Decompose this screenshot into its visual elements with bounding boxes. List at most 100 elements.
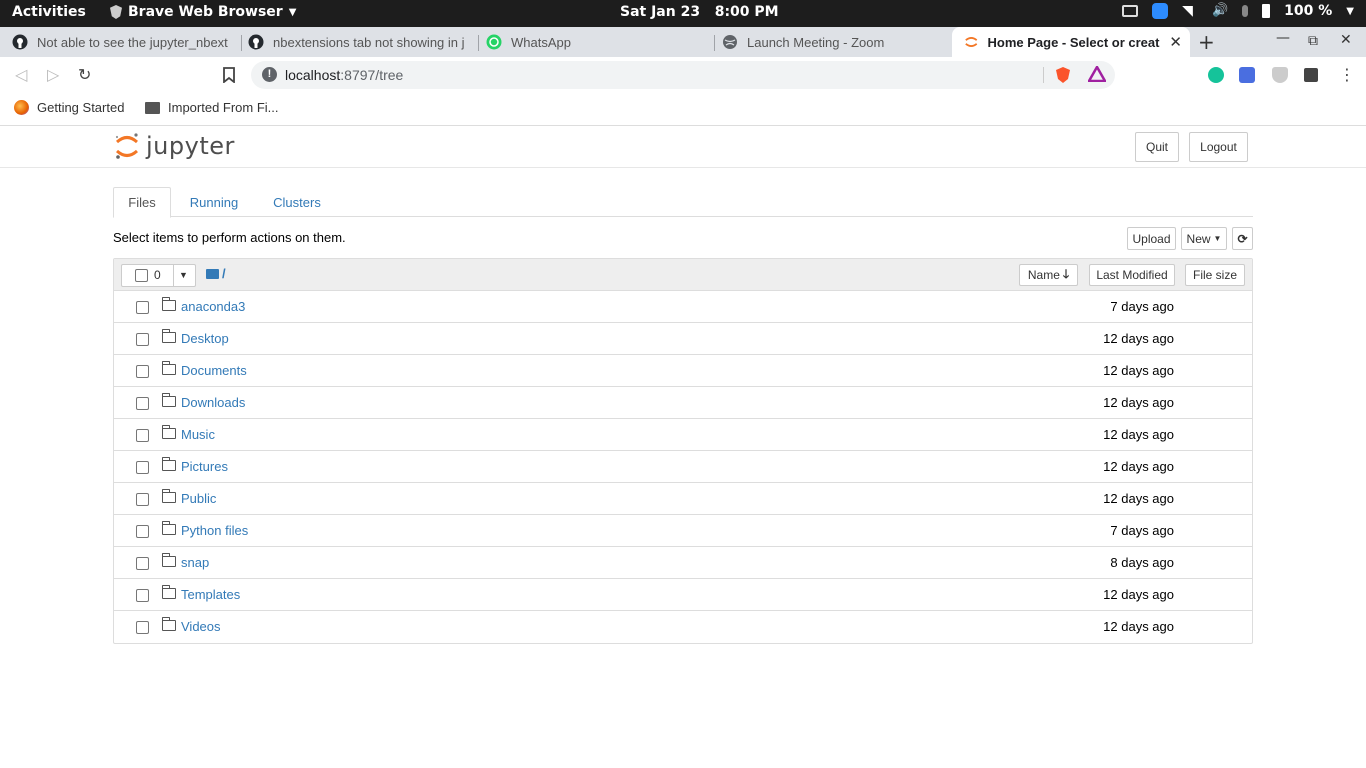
list-item[interactable]: anaconda3 7 days ago [114, 291, 1252, 323]
translate-icon[interactable] [1239, 67, 1255, 83]
bookmarks-bar: Getting Started Imported From Fi... [0, 93, 1366, 126]
item-name[interactable]: Public [181, 491, 216, 506]
brave-rewards-icon[interactable] [1088, 66, 1106, 82]
jupyter-tabs: Files Running Clusters [113, 187, 1253, 218]
browser-tab[interactable]: Not able to see the jupyter_nbext [0, 27, 242, 57]
jupyter-icon [965, 37, 978, 47]
back-button[interactable]: ◁ [15, 65, 27, 84]
browser-tab[interactable]: Launch Meeting - Zoom [710, 27, 950, 57]
grammarly-icon[interactable] [1208, 67, 1224, 83]
app-menu[interactable]: Brave Web Browser ▼ [110, 4, 296, 20]
item-checkbox[interactable] [136, 589, 149, 602]
tab-files[interactable]: Files [113, 187, 171, 218]
item-name[interactable]: anaconda3 [181, 299, 245, 314]
close-window-button[interactable]: ✕ [1340, 32, 1352, 48]
tab-running[interactable]: Running [179, 187, 249, 217]
jupyter-logo-icon [115, 133, 139, 159]
bookmark-imported-folder[interactable]: Imported From Fi... [145, 100, 279, 115]
item-name[interactable]: Desktop [181, 331, 229, 346]
item-name[interactable]: Python files [181, 523, 248, 538]
bookmark-icon[interactable] [223, 67, 235, 83]
list-item[interactable]: Templates 12 days ago [114, 579, 1252, 611]
item-name[interactable]: Music [181, 427, 215, 442]
new-button[interactable]: New ▼ [1181, 227, 1227, 250]
activities-button[interactable]: Activities [12, 4, 86, 20]
system-tray[interactable]: ◥ 🔊 100 % ▼ [1122, 3, 1354, 19]
list-item[interactable]: snap 8 days ago [114, 547, 1252, 579]
item-checkbox[interactable] [136, 365, 149, 378]
address-bar[interactable]: ! localhost:8797/tree [251, 61, 1115, 89]
browser-tab[interactable]: nbextensions tab not showing in j [236, 27, 478, 57]
item-checkbox[interactable] [136, 301, 149, 314]
folder-icon [162, 553, 176, 567]
jupyter-header: jupyter Quit Logout [0, 127, 1366, 168]
microphone-icon [1242, 5, 1249, 17]
minimize-button[interactable]: — [1276, 30, 1290, 46]
clock[interactable]: Sat Jan 23 8:00 PM [620, 4, 779, 20]
item-checkbox[interactable] [136, 525, 149, 538]
close-icon[interactable]: ✕ [1169, 33, 1182, 51]
list-item[interactable]: Documents 12 days ago [114, 355, 1252, 387]
upload-button[interactable]: Upload [1127, 227, 1176, 250]
sort-file-size-button[interactable]: File size [1185, 264, 1245, 286]
select-all-checkbox[interactable] [135, 269, 148, 282]
reload-button[interactable]: ↻ [78, 65, 91, 84]
item-checkbox[interactable] [136, 333, 149, 346]
restore-button[interactable]: ⧉ [1308, 33, 1318, 49]
url-text: localhost:8797/tree [285, 67, 403, 83]
menu-icon[interactable]: ⋮ [1339, 65, 1355, 84]
info-icon[interactable]: ! [262, 67, 277, 82]
browser-tab-active[interactable]: Home Page - Select or create a ✕ [952, 27, 1190, 57]
brave-shields-icon[interactable] [1055, 66, 1071, 84]
item-name[interactable]: Downloads [181, 395, 245, 410]
caret-down-icon[interactable]: ▼ [179, 270, 188, 280]
item-checkbox[interactable] [136, 621, 149, 634]
item-name[interactable]: Documents [181, 363, 247, 378]
folder-icon[interactable] [206, 269, 219, 279]
list-item[interactable]: Videos 12 days ago [114, 611, 1252, 643]
list-item[interactable]: Desktop 12 days ago [114, 323, 1252, 355]
quit-button[interactable]: Quit [1135, 132, 1179, 162]
item-name[interactable]: Templates [181, 587, 240, 602]
item-checkbox[interactable] [136, 557, 149, 570]
selected-count: 0 [154, 268, 161, 282]
list-item[interactable]: Public 12 days ago [114, 483, 1252, 515]
item-name[interactable]: Pictures [181, 459, 228, 474]
sort-name-button[interactable]: Name 🡓 [1019, 264, 1078, 286]
github-icon [12, 34, 28, 50]
item-name[interactable]: Videos [181, 619, 221, 634]
list-item[interactable]: Pictures 12 days ago [114, 451, 1252, 483]
whatsapp-icon [486, 34, 502, 50]
shield-extension-icon[interactable] [1272, 67, 1288, 83]
item-name[interactable]: snap [181, 555, 209, 570]
new-button-label: New [1186, 231, 1211, 246]
forward-button[interactable]: ▷ [47, 65, 59, 84]
browser-tab[interactable]: WhatsApp [474, 27, 714, 57]
folder-icon [162, 457, 176, 471]
breadcrumb-root[interactable]: / [222, 266, 226, 281]
item-checkbox[interactable] [136, 461, 149, 474]
battery-icon [1262, 4, 1271, 18]
item-checkbox[interactable] [136, 429, 149, 442]
list-item[interactable]: Downloads 12 days ago [114, 387, 1252, 419]
system-top-bar: Activities Brave Web Browser ▼ Sat Jan 2… [0, 0, 1366, 27]
tab-label: Home Page - Select or create a [987, 34, 1160, 50]
list-item[interactable]: Python files 7 days ago [114, 515, 1252, 547]
item-checkbox[interactable] [136, 397, 149, 410]
refresh-button[interactable]: ⟳ [1232, 227, 1253, 250]
item-modified: 8 days ago [1110, 555, 1174, 570]
select-all-dropdown[interactable]: 0 ▼ [121, 264, 196, 287]
bookmark-getting-started[interactable]: Getting Started [14, 100, 124, 115]
list-item[interactable]: Music 12 days ago [114, 419, 1252, 451]
jupyter-logo[interactable]: jupyter [114, 131, 235, 161]
sort-last-modified-button[interactable]: Last Modified [1089, 264, 1175, 286]
selection-hint: Select items to perform actions on them. [113, 230, 346, 245]
tab-clusters[interactable]: Clusters [263, 187, 331, 217]
chevron-down-icon: ▼ [288, 6, 297, 18]
new-tab-button[interactable]: + [1198, 30, 1215, 54]
item-checkbox[interactable] [136, 493, 149, 506]
url-path: :8797/tree [340, 67, 404, 83]
extensions-icon[interactable] [1304, 68, 1318, 82]
logout-button[interactable]: Logout [1189, 132, 1248, 162]
github-icon [248, 34, 264, 50]
